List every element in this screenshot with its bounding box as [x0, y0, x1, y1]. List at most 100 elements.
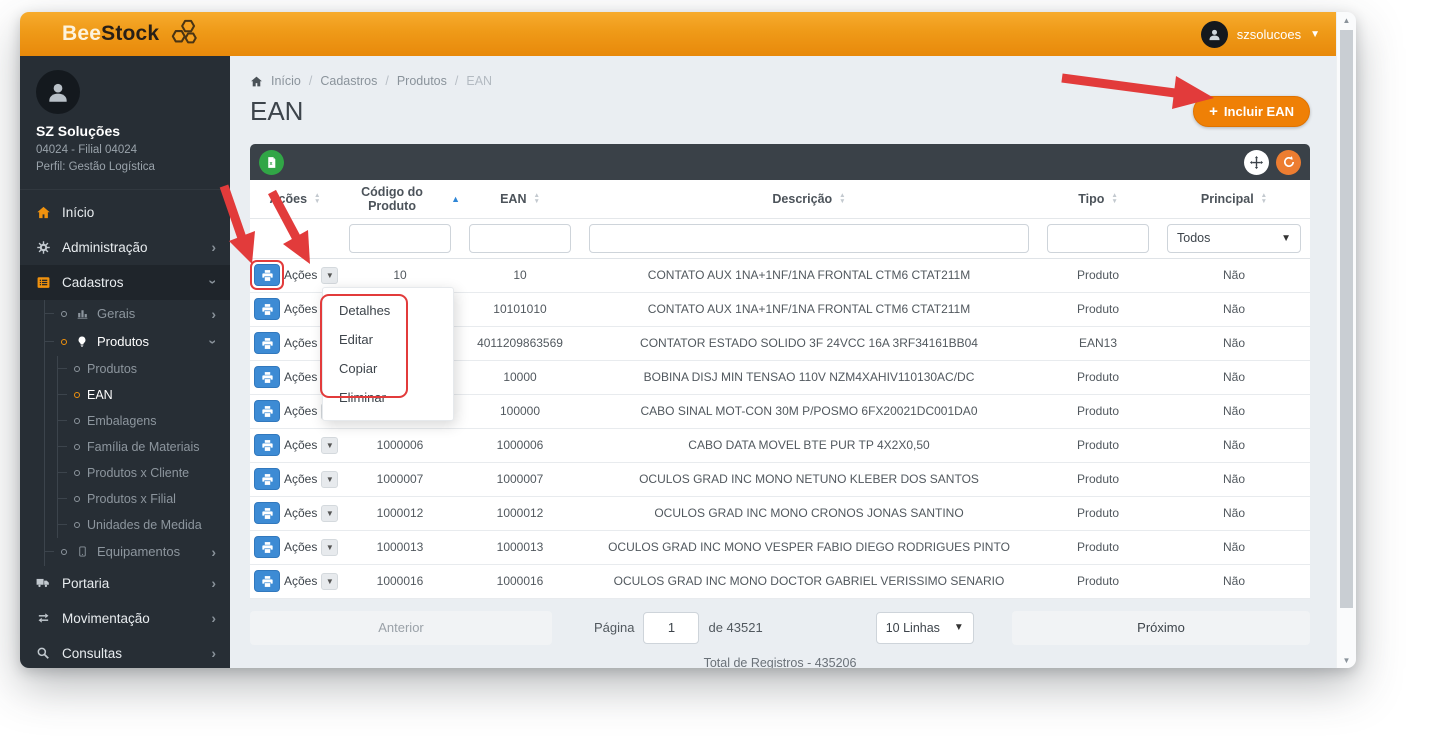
beestock-logo[interactable]: BeeStock: [62, 18, 200, 51]
acoes-dropdown-toggle[interactable]: ▼: [321, 538, 339, 556]
sidebar-item-cadastros[interactable]: Cadastros ›: [20, 264, 230, 300]
home-icon[interactable]: [250, 75, 263, 88]
principal-cell: Não: [1158, 428, 1310, 463]
table-row: Ações ▼ 1000013 1000013 OCULOS GRAD INC M…: [250, 530, 1310, 565]
acoes-dropdown-label: Ações: [284, 336, 318, 350]
sidebar-item-produtos-group[interactable]: Produtos ›: [45, 328, 230, 356]
scroll-down-icon[interactable]: ▼: [1337, 652, 1356, 668]
print-row-button[interactable]: [250, 260, 284, 290]
menu-item-detalhes[interactable]: Detalhes: [323, 296, 453, 325]
sidebar-item-gerais[interactable]: Gerais ›: [45, 300, 230, 328]
principal-filter-select[interactable]: Todos ▼: [1167, 223, 1301, 253]
sidebar-profile: SZ Soluções 04024 - Filial 04024 Perfil:…: [20, 56, 230, 190]
codigo-cell: 1000007: [340, 462, 460, 497]
user-menu[interactable]: szsolucoes ▼: [1200, 20, 1320, 48]
sidebar-item-portaria[interactable]: Portaria ›: [20, 566, 230, 601]
column-header-descricao[interactable]: Descrição ▲ ▼: [580, 180, 1038, 219]
sidebar-item-label: Produtos: [97, 334, 150, 349]
sidebar-item-equipamentos[interactable]: Equipamentos ›: [45, 538, 230, 566]
scrollbar-thumb[interactable]: [1340, 30, 1353, 608]
sidebar-item-produtos-x-cliente[interactable]: Produtos x Cliente: [58, 460, 230, 486]
acoes-dropdown-toggle[interactable]: ▼: [321, 504, 339, 522]
menu-item-eliminar[interactable]: Eliminar: [323, 383, 453, 412]
acoes-dropdown-label: Ações: [284, 302, 318, 316]
print-row-button[interactable]: [254, 332, 280, 354]
page-number-input[interactable]: [643, 611, 700, 644]
sidebar-item-embalagens[interactable]: Embalagens: [58, 408, 230, 434]
lines-per-page-select[interactable]: 10 Linhas ▼: [875, 611, 974, 644]
column-header-tipo[interactable]: Tipo ▲ ▼: [1038, 180, 1158, 219]
expand-columns-button[interactable]: [1244, 149, 1269, 175]
descricao-cell: OCULOS GRAD INC MONO NETUNO KLEBER DOS S…: [580, 462, 1038, 497]
acoes-dropdown-menu: Detalhes Editar Copiar Eliminar: [320, 287, 454, 421]
print-row-button[interactable]: [254, 298, 280, 320]
bullet-icon: [74, 469, 80, 476]
sidebar-item-label: Unidades de Medida: [87, 517, 202, 532]
descricao-filter-input[interactable]: [589, 223, 1029, 253]
table-header-row: Ações ▲ ▼ Código do Produto ▲ EAN ▲ ▼ Descriç…: [250, 180, 1310, 219]
table-row: Ações ▼ 1000012 1000012 OCULOS GRAD INC M…: [250, 496, 1310, 531]
sidebar-item-produtos[interactable]: Produtos: [58, 356, 230, 382]
sidebar-item-unidades-de-medida[interactable]: Unidades de Medida: [58, 512, 230, 538]
sidebar-item-label: Movimentação: [62, 610, 150, 626]
refresh-button[interactable]: [1276, 149, 1301, 175]
chevron-down-icon: ▼: [1281, 232, 1291, 244]
svg-text:x: x: [269, 160, 272, 166]
menu-item-editar[interactable]: Editar: [323, 325, 453, 354]
breadcrumb-produtos[interactable]: Produtos: [377, 74, 447, 88]
sidebar-item-consultas[interactable]: Consultas ›: [20, 636, 230, 669]
print-row-button[interactable]: [254, 502, 280, 524]
chevron-right-icon: ›: [211, 239, 216, 255]
descricao-cell: CABO SINAL MOT-CON 30M P/POSMO 6FX20021D…: [580, 394, 1038, 429]
incluir-ean-button[interactable]: + Incluir EAN: [1193, 96, 1310, 127]
acoes-dropdown-toggle[interactable]: ▼: [321, 436, 339, 454]
descricao-cell: CABO DATA MOVEL BTE PUR TP 4X2X0,50: [580, 428, 1038, 463]
app-window: BeeStock szsolucoes ▼ SZ Soluções 04024 …: [20, 12, 1356, 668]
print-row-button[interactable]: [254, 570, 280, 592]
column-header-principal[interactable]: Principal ▲ ▼: [1158, 180, 1310, 219]
chevron-down-icon: ›: [205, 279, 222, 285]
sidebar-item-ean[interactable]: EAN: [58, 382, 230, 408]
principal-cell: Não: [1158, 394, 1310, 429]
logo-text-bee: Bee: [62, 22, 102, 45]
print-row-button[interactable]: [254, 468, 280, 490]
breadcrumb-cadastros[interactable]: Cadastros: [301, 74, 377, 88]
codigo-filter-input[interactable]: [349, 223, 451, 253]
user-avatar-icon: [1200, 20, 1228, 48]
scroll-up-icon[interactable]: ▲: [1337, 12, 1356, 28]
acoes-dropdown-toggle[interactable]: ▼: [321, 266, 339, 284]
profile-name: SZ Soluções: [36, 123, 121, 139]
sidebar-item-inicio[interactable]: Início: [20, 195, 230, 230]
print-row-button[interactable]: [254, 434, 280, 456]
acoes-dropdown-toggle[interactable]: ▼: [321, 572, 339, 590]
print-row-button[interactable]: [254, 536, 280, 558]
previous-page-button[interactable]: Anterior: [250, 610, 552, 645]
vertical-scrollbar[interactable]: ▲ ▼: [1336, 12, 1356, 668]
chart-bar-icon: [74, 307, 90, 320]
column-header-codigo[interactable]: Código do Produto ▲: [340, 180, 460, 219]
sidebar-item-movimentacao[interactable]: Movimentação ›: [20, 601, 230, 636]
principal-cell: Não: [1158, 292, 1310, 327]
export-excel-button[interactable]: x: [259, 149, 284, 175]
tipo-filter-input[interactable]: [1047, 223, 1149, 253]
sidebar-item-administracao[interactable]: Administração ›: [20, 230, 230, 265]
sidebar-item-familia-de-materiais[interactable]: Família de Materiais: [58, 434, 230, 460]
ean-cell: 4011209863569: [460, 326, 580, 361]
chevron-right-icon: ›: [211, 645, 216, 661]
acoes-dropdown-toggle[interactable]: ▼: [321, 470, 339, 488]
sort-icon: ▲ ▼: [839, 192, 846, 205]
logo-text-stock: Stock: [101, 22, 160, 45]
sidebar-item-label: Produtos: [87, 361, 138, 376]
next-page-button[interactable]: Próximo: [1012, 610, 1310, 645]
sort-icon: ▲ ▼: [533, 192, 540, 205]
print-row-button[interactable]: [254, 366, 280, 388]
menu-item-copiar[interactable]: Copiar: [323, 354, 453, 383]
sidebar-item-produtos-x-filial[interactable]: Produtos x Filial: [58, 486, 230, 512]
filter-row: Todos ▼: [250, 218, 1310, 259]
column-header-acoes[interactable]: Ações ▲ ▼: [250, 180, 340, 219]
column-header-ean[interactable]: EAN ▲ ▼: [460, 180, 580, 219]
print-row-button[interactable]: [254, 400, 280, 422]
ean-filter-input[interactable]: [469, 223, 571, 253]
breadcrumb-inicio[interactable]: Início: [271, 74, 301, 88]
chevron-right-icon: ›: [211, 575, 216, 591]
